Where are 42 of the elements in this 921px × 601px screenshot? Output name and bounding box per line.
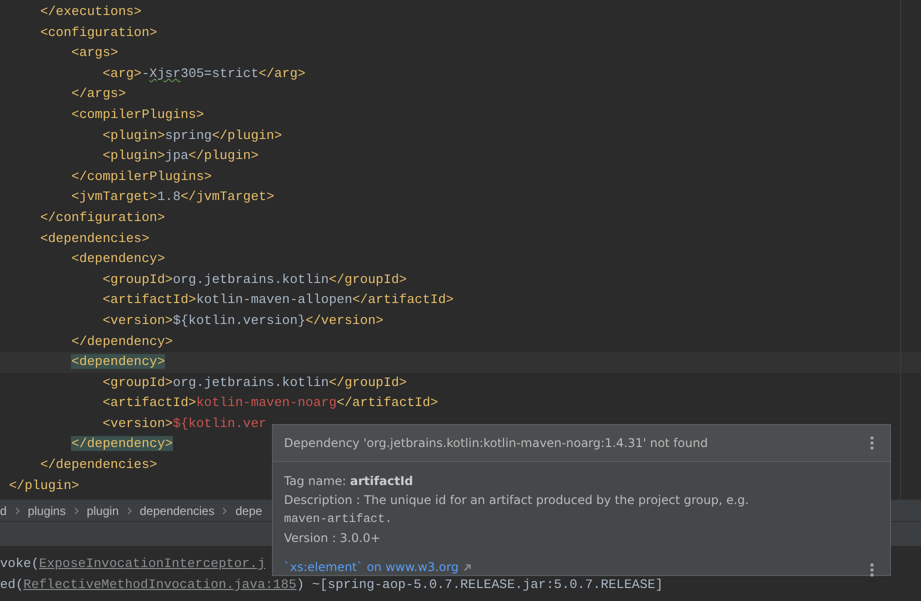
- tag-name-text: Tag name: artifactId: [284, 473, 414, 490]
- code-line: <version>${kotlin.ver: [102, 414, 266, 433]
- code-line: </plugin>: [9, 476, 80, 495]
- chevron-icon: [126, 506, 132, 514]
- code-line: <jvmTarget>1.8</jvmTarget>: [71, 188, 274, 206]
- console-line: voke(ExposeInvocationInterceptor.j: [0, 555, 266, 573]
- chevron-icon: [222, 506, 228, 514]
- code-line: <version>${kotlin.version}</version>: [102, 312, 384, 330]
- code-line: <args>: [71, 44, 118, 62]
- code-line: <plugin>jpa</plugin>: [102, 147, 259, 166]
- code-line: <artifactId>kotlin-maven-noarg</artifactId>: [102, 394, 438, 412]
- more-options-icon[interactable]: [870, 436, 874, 450]
- code-line: <dependencies>: [40, 230, 150, 248]
- chevron-icon: [74, 506, 79, 514]
- code-line: <groupId>org.jetbrains.kotlin</groupId>: [102, 270, 407, 289]
- code-line: <compilerPlugins>: [71, 106, 204, 124]
- code-line: <configuration>: [40, 24, 158, 42]
- code-line: <arg>-Xjsr305=strict</arg>: [102, 64, 306, 83]
- breadcrumb-item[interactable]: plugins: [28, 504, 66, 518]
- code-line: <dependency>: [71, 250, 166, 268]
- breadcrumb-item[interactable]: plugin: [86, 504, 119, 518]
- code-line: </dependencies>: [40, 456, 158, 474]
- breadcrumb-item[interactable]: depe: [235, 504, 262, 518]
- code-line: </configuration>: [40, 208, 166, 227]
- code-line: <plugin>spring</plugin>: [102, 126, 282, 145]
- external-link[interactable]: `xs:element` on www.w3.org: [284, 560, 459, 574]
- version-text: Version : 3.0.0+: [284, 530, 382, 547]
- more-options-icon[interactable]: [870, 563, 874, 577]
- example-text: maven-artifact.: [284, 511, 394, 528]
- code-line: <artifactId>kotlin-maven-allopen</artifactId>: [102, 291, 454, 310]
- external-arrow-icon: [462, 562, 472, 572]
- code-line: </compilerPlugins>: [71, 168, 212, 186]
- breadcrumb-item[interactable]: d: [0, 504, 7, 518]
- code-line: <groupId>org.jetbrains.kotlin</groupId>: [102, 374, 407, 392]
- console-line: ed(ReflectiveMethodInvocation.java:185) ~[spring-aop-5.0.7.RELEASE.jar:5.0.7.RELEASE]: [0, 576, 664, 594]
- description-text: Description : The unique id for an artifact produced by the project group, e.g.: [284, 492, 750, 509]
- code-line: </dependency>: [71, 332, 173, 350]
- breadcrumb-item[interactable]: dependencies: [140, 504, 214, 518]
- popup-title: Dependency 'org.jetbrains.kotlin:kotlin-maven-noarg:1.4.31' not found: [284, 436, 708, 450]
- chevron-icon: [14, 506, 20, 514]
- code-line: </args>: [71, 85, 126, 104]
- code-line: </executions>: [40, 3, 142, 21]
